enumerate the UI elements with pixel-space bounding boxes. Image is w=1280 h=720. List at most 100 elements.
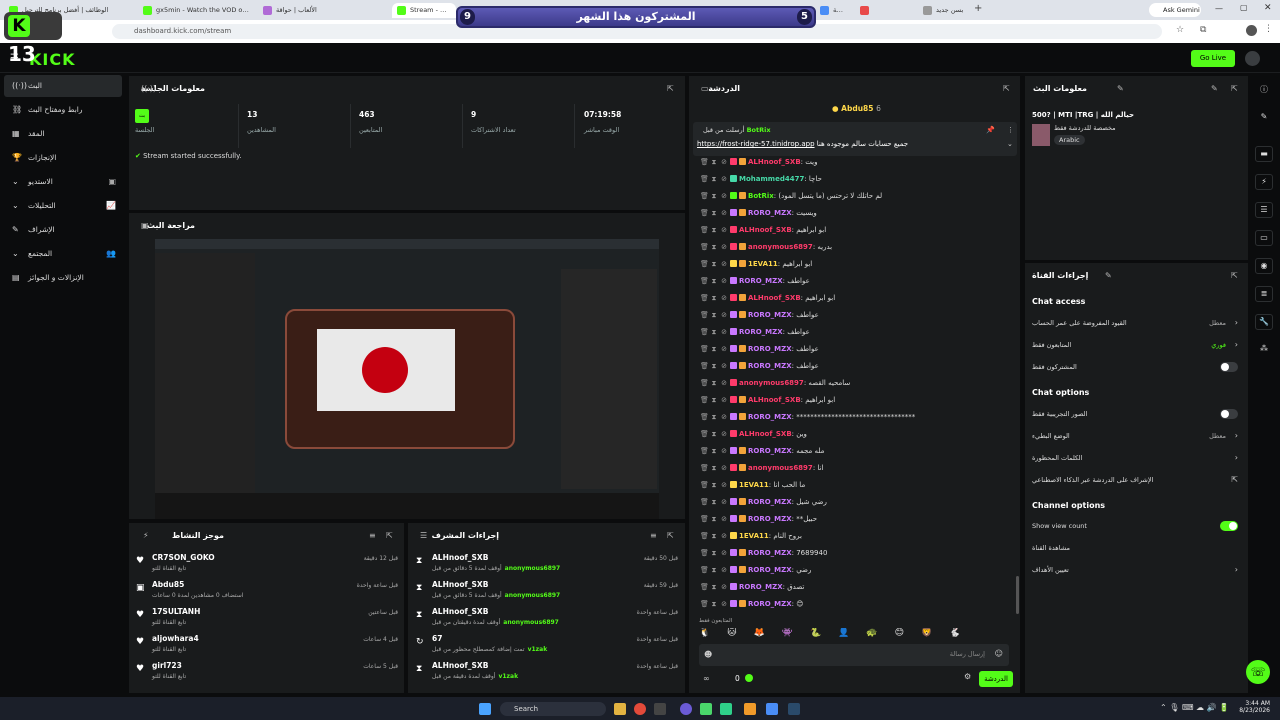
play-icon[interactable] [700, 703, 712, 715]
sidebar-item-stream-key[interactable]: ⛓ رابط ومفتاح البث [4, 99, 122, 121]
ban-icon[interactable]: ⊘ [720, 358, 728, 374]
pen-icon[interactable]: ✎ [1255, 110, 1273, 126]
chat-username[interactable]: RORO_MZX [748, 447, 792, 455]
chat-username[interactable]: ALHnoof_SXB [748, 158, 801, 166]
delete-icon[interactable]: 🗑 [700, 154, 709, 170]
mod-action-subject[interactable]: ALHnoof_SXB [432, 553, 488, 562]
delete-icon[interactable]: 🗑 [700, 511, 709, 527]
mod-action-moderator[interactable]: anonymous6897 [503, 619, 559, 626]
list-icon[interactable]: ☰ [1255, 202, 1273, 218]
ban-icon[interactable]: ⊘ [720, 562, 728, 578]
delete-icon[interactable]: 🗑 [700, 528, 709, 544]
extensions-icon[interactable]: ⧉ [1200, 25, 1206, 35]
timeout-icon[interactable]: ⧗ [710, 341, 718, 357]
timeout-icon[interactable]: ⧗ [710, 426, 718, 442]
ban-icon[interactable]: ⊘ [720, 579, 728, 595]
timeout-icon[interactable]: ⧗ [710, 290, 718, 306]
system-tray-icons[interactable]: ⌃ 🎙 ⌨ ☁ 🔊 🔋 [1160, 703, 1229, 712]
setting-account-age[interactable]: القيود المفروضة على عمر الحساب معطل › [1032, 313, 1240, 333]
filter-icon[interactable]: ≡ [369, 531, 376, 540]
delete-icon[interactable]: 🗑 [700, 256, 709, 272]
emote-bar[interactable]: 🐧🐱🦊👾🐍👤🐢😊🦁🐇 [699, 628, 1013, 642]
card-icon[interactable]: ▬ [1255, 146, 1273, 162]
more-icon[interactable]: ⋮ [1007, 126, 1014, 134]
activity-username[interactable]: aljowhara4 [152, 634, 199, 643]
ban-icon[interactable]: ⊘ [720, 596, 728, 612]
mod-action-subject[interactable]: 67 [432, 634, 442, 643]
setting-set-goals[interactable]: تعيين الأهداف › [1032, 560, 1240, 580]
chat-username[interactable]: RORO_MZX [748, 566, 792, 574]
ask-gemini-button[interactable]: Ask Gemini [1149, 3, 1201, 17]
sidebar-item-drops[interactable]: ▤ الإنزالات و الجوائز [4, 267, 122, 289]
timeout-icon[interactable]: ⧗ [710, 222, 718, 238]
ban-icon[interactable]: ⊘ [720, 256, 728, 272]
chat-send-button[interactable]: الدردشة [979, 671, 1013, 687]
ban-icon[interactable]: ⊘ [720, 222, 728, 238]
setting-ai-moderation[interactable]: الإشراف على الدردشة عبر الذكاء الاصطناعي… [1032, 470, 1240, 490]
popout-icon[interactable]: ⇱ [667, 531, 674, 540]
popout-icon[interactable]: ⇱ [1003, 84, 1010, 93]
sidebar-item-analytics[interactable]: ⌄ التحليلات 📈 [4, 195, 122, 217]
chat-username[interactable]: RORO_MZX [748, 311, 792, 319]
mod-action-subject[interactable]: ALHnoof_SXB [432, 580, 488, 589]
browser-tab[interactable]: شريحة [815, 3, 851, 18]
chat-username[interactable]: 1EVA11 [748, 260, 778, 268]
delete-icon[interactable]: 🗑 [700, 494, 709, 510]
ban-icon[interactable]: ⊘ [720, 341, 728, 357]
timeout-icon[interactable]: ⧗ [710, 443, 718, 459]
timeout-icon[interactable]: ⧗ [710, 460, 718, 476]
timeout-icon[interactable]: ⧗ [710, 358, 718, 374]
timeout-icon[interactable]: ⧗ [710, 154, 718, 170]
ban-icon[interactable]: ⊘ [720, 460, 728, 476]
sidebar-item-moderation[interactable]: ✎ الإشراف [4, 219, 122, 241]
timeout-icon[interactable]: ⧗ [710, 256, 718, 272]
smile-icon[interactable]: ☺ [995, 649, 1003, 658]
close-icon[interactable]: ✕ [1264, 3, 1272, 13]
chat-username[interactable]: RORO_MZX [748, 600, 792, 608]
emotes-only-toggle[interactable] [1220, 409, 1238, 419]
timeout-icon[interactable]: ⧗ [710, 273, 718, 289]
timeout-icon[interactable]: ⧗ [710, 511, 718, 527]
setting-subscribers-only[interactable]: المشتركون فقط [1032, 357, 1240, 377]
delete-icon[interactable]: 🗑 [700, 426, 709, 442]
settings-gear-icon[interactable]: ⚙ [964, 672, 971, 681]
timeout-icon[interactable]: ⧗ [710, 562, 718, 578]
ban-icon[interactable]: ⊘ [720, 290, 728, 306]
delete-icon[interactable]: 🗑 [700, 443, 709, 459]
browser-menu-icon[interactable]: ⋮ [1264, 24, 1273, 34]
taskbar-clock[interactable]: 3:44 AM 8/23/2026 [1236, 700, 1270, 714]
taskbar-search[interactable]: Search [500, 702, 606, 716]
timeout-icon[interactable]: ⧗ [710, 188, 718, 204]
delete-icon[interactable]: 🗑 [700, 545, 709, 561]
show-view-count-toggle[interactable] [1220, 521, 1238, 531]
browser-tab[interactable]: بسن جديد [918, 3, 970, 18]
delete-icon[interactable]: 🗑 [700, 392, 709, 408]
windows-start-icon[interactable] [479, 703, 491, 715]
users-icon[interactable]: ⁂ [1255, 342, 1273, 358]
chat-username[interactable]: RORO_MZX [748, 413, 792, 421]
ban-icon[interactable]: ⊘ [720, 443, 728, 459]
subscribers-only-toggle[interactable] [1220, 362, 1238, 372]
go-live-button[interactable]: Go Live [1191, 50, 1235, 67]
stream-preview-video[interactable] [155, 239, 659, 519]
timeout-icon[interactable]: ⧗ [710, 528, 718, 544]
chat-username[interactable]: RORO_MZX [739, 583, 783, 591]
stack-icon[interactable]: ≣ [1255, 286, 1273, 302]
delete-icon[interactable]: 🗑 [700, 477, 709, 493]
popout-icon[interactable]: ⇱ [386, 531, 393, 540]
sidebar-item-content[interactable]: ▦ المقد [4, 123, 122, 145]
app-icon[interactable] [654, 703, 666, 715]
sidebar-item-community[interactable]: ⌄ المجتمع 👥 [4, 243, 122, 265]
discord-icon[interactable] [680, 703, 692, 715]
chat-username[interactable]: RORO_MZX [748, 209, 792, 217]
ban-icon[interactable]: ⊘ [720, 239, 728, 255]
ban-icon[interactable]: ⊘ [720, 188, 728, 204]
mod-action-moderator[interactable]: v1zak [498, 673, 518, 680]
timeout-icon[interactable]: ⧗ [710, 596, 718, 612]
chat-username[interactable]: anonymous6897 [748, 464, 813, 472]
chat-username[interactable]: ALHnoof_SXB [748, 396, 801, 404]
delete-icon[interactable]: 🗑 [700, 205, 709, 221]
mod-action-subject[interactable]: ALHnoof_SXB [432, 607, 488, 616]
timeout-icon[interactable]: ⧗ [710, 545, 718, 561]
app-icon[interactable] [766, 703, 778, 715]
